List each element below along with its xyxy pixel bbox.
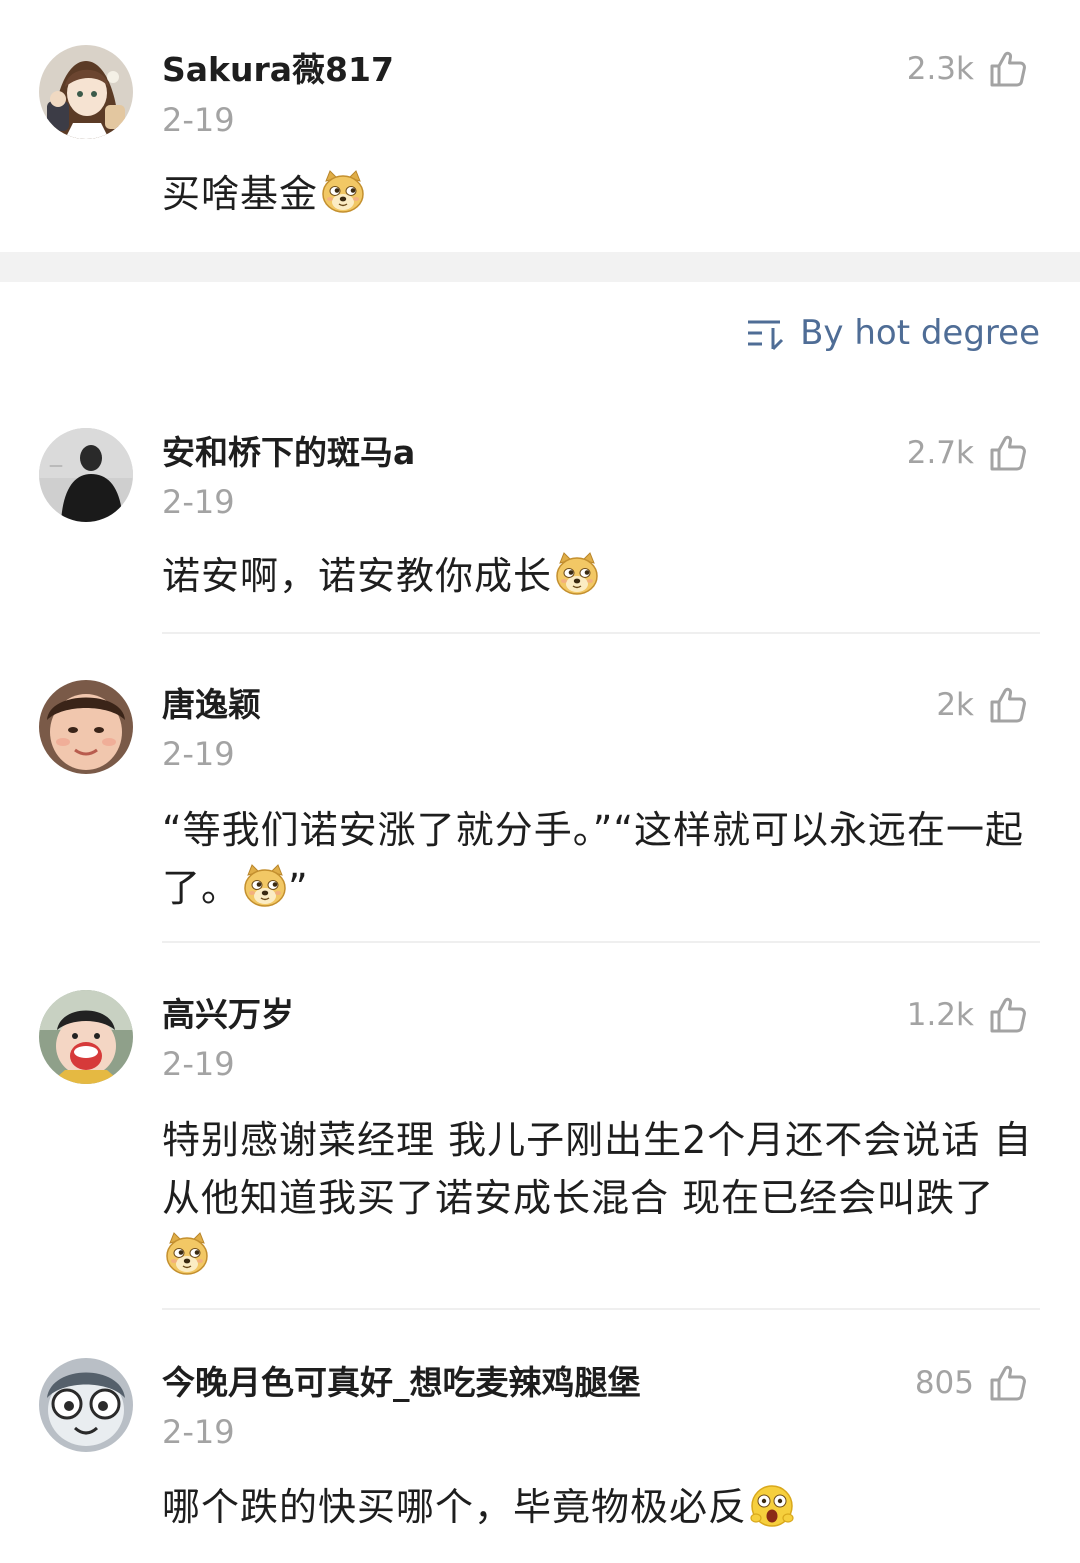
shocked-emoji-icon <box>749 1482 795 1528</box>
comment-date: 2-19 <box>162 1413 235 1451</box>
comment-date: 2-19 <box>162 1045 235 1083</box>
avatar[interactable] <box>39 990 133 1084</box>
like-button[interactable]: 2k <box>936 683 1028 727</box>
comment-text-content: 特别感谢菜经理 我儿子刚出生2个月还不会说话 自从他知道我买了诺安成长混合 现在… <box>162 1118 1033 1220</box>
original-post: Sakura薇817 2-19 2.3k 买啥基金 <box>0 0 1080 252</box>
doge-emoji-icon <box>554 551 600 597</box>
like-button[interactable]: 1.2k <box>907 993 1028 1037</box>
thumbs-up-icon <box>988 995 1028 1035</box>
thumbs-up-icon <box>988 49 1028 89</box>
like-count: 2k <box>936 687 974 723</box>
like-count: 1.2k <box>906 997 974 1033</box>
divider <box>162 941 1040 943</box>
section-separator <box>0 252 1080 282</box>
post-text: 买啥基金 <box>162 165 1042 223</box>
doge-emoji-icon <box>242 863 288 909</box>
like-count: 2.7k <box>906 435 974 471</box>
comment-text: 诺安啊，诺安教你成长 <box>162 547 1042 605</box>
comment-date: 2-19 <box>162 735 235 773</box>
avatar[interactable] <box>39 45 133 139</box>
thumbs-up-icon <box>988 685 1028 725</box>
comment-text: 哪个跌的快买哪个，毕竟物极必反 <box>162 1478 1042 1536</box>
svg-text:—: — <box>49 458 63 474</box>
username[interactable]: 高兴万岁 <box>162 995 294 1035</box>
like-count: 805 <box>914 1365 974 1401</box>
like-button[interactable]: 2.7k <box>907 431 1028 475</box>
comment-text-end: ” <box>288 866 309 910</box>
sort-icon <box>748 320 784 351</box>
comment-text-content: 哪个跌的快买哪个，毕竟物极必反 <box>162 1485 748 1529</box>
thumbs-up-icon <box>988 433 1028 473</box>
username[interactable]: 今晚月色可真好_想吃麦辣鸡腿堡 <box>162 1363 641 1403</box>
doge-emoji-icon <box>164 1231 210 1277</box>
sort-button[interactable]: By hot degree <box>746 310 1040 356</box>
like-button[interactable]: 805 <box>915 1361 1028 1405</box>
comment-text: 特别感谢菜经理 我儿子刚出生2个月还不会说话 自从他知道我买了诺安成长混合 现在… <box>162 1111 1042 1285</box>
avatar[interactable] <box>39 680 133 774</box>
like-count: 2.3k <box>906 51 974 87</box>
username[interactable]: 安和桥下的斑马a <box>162 433 415 473</box>
sort-label: By hot degree <box>800 313 1040 353</box>
thumbs-up-icon <box>988 1363 1028 1403</box>
comment-date: 2-19 <box>162 101 235 139</box>
like-button[interactable]: 2.3k <box>907 47 1028 91</box>
avatar[interactable]: — <box>39 428 133 522</box>
comment-date: 2-19 <box>162 483 235 521</box>
doge-emoji-icon <box>320 169 366 215</box>
divider <box>162 1308 1040 1310</box>
comment-text: “等我们诺安涨了就分手。”“这样就可以永远在一起了。” <box>162 801 1042 917</box>
avatar[interactable] <box>39 1358 133 1452</box>
username[interactable]: Sakura薇817 <box>162 50 394 90</box>
comment-text-content: 诺安啊，诺安教你成长 <box>162 554 553 598</box>
post-text-content: 买啥基金 <box>162 172 319 216</box>
divider <box>162 632 1040 634</box>
username[interactable]: 唐逸颖 <box>162 685 261 725</box>
